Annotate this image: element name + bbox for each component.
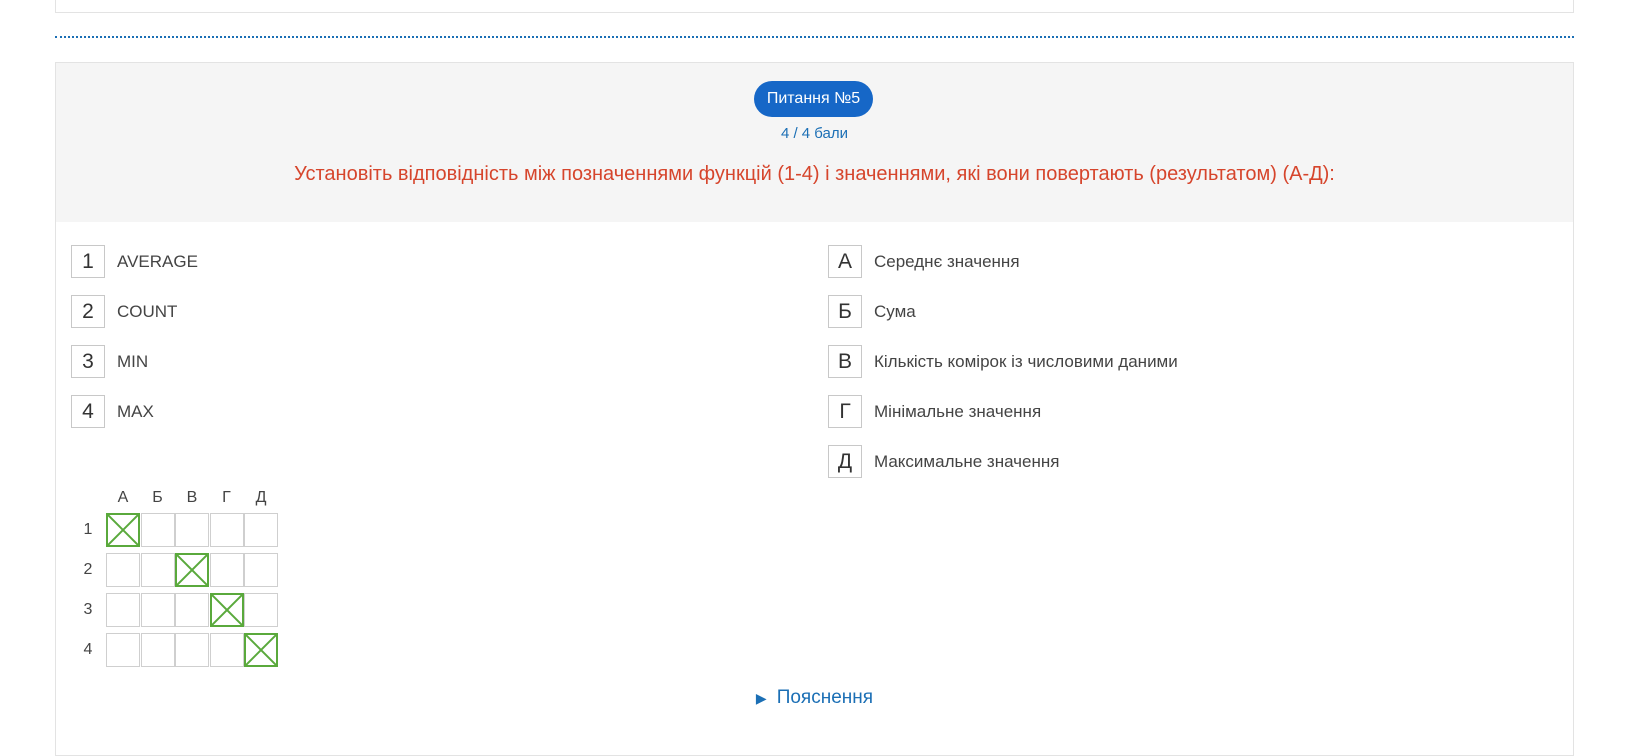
right-item-text: Максимальне значення (874, 451, 1060, 471)
explanation-toggle[interactable]: ▶ Пояснення (56, 687, 1573, 709)
grid-cell[interactable] (140, 593, 175, 627)
left-item-3: 3 MIN (71, 345, 148, 378)
right-item-text: Сума (874, 301, 916, 321)
left-item-4: 4 MAX (71, 395, 154, 428)
right-item-v: В Кількість комірок із числовими даними (828, 345, 1178, 378)
grid-row-label: 2 (83, 561, 93, 578)
grid-column-header: Г (222, 489, 231, 506)
right-item-key: Г (828, 395, 862, 428)
grid-cell[interactable] (175, 633, 209, 667)
grid-column-header: Б (152, 489, 163, 506)
check-cross-icon (108, 515, 138, 545)
right-item-key: Б (828, 295, 862, 328)
grid-row-label: 3 (83, 601, 93, 618)
left-item-text: COUNT (117, 301, 178, 321)
left-item-text: AVERAGE (117, 251, 198, 271)
grid-column-header: А (117, 489, 129, 506)
left-item-1: 1 AVERAGE (71, 245, 198, 278)
grid-cell[interactable] (140, 633, 175, 667)
question-text: Установіть відповідність між позначенням… (294, 163, 1335, 185)
grid-cell[interactable] (244, 513, 278, 547)
grid-cell[interactable] (106, 553, 140, 587)
right-item-text: Кількість комірок із числовими даними (874, 351, 1178, 371)
right-item-key: Д (828, 445, 862, 478)
right-item-h: Г Мінімальне значення (828, 395, 1041, 428)
grid-cell[interactable] (244, 593, 278, 627)
check-cross-icon (246, 635, 276, 665)
grid-cell[interactable] (244, 553, 278, 587)
left-item-key: 3 (71, 345, 105, 378)
question-score: 4 / 4 бали (780, 125, 849, 142)
question-number-badge: Питання №5 (754, 81, 873, 117)
grid-cell[interactable] (140, 553, 175, 587)
grid-row-label: 1 (83, 521, 93, 538)
grid-cell-checked[interactable] (106, 513, 140, 547)
grid-column-header: В (186, 489, 198, 506)
question-header: Питання №5 4 / 4 бали Установіть відпові… (56, 63, 1573, 222)
left-item-text: MIN (117, 351, 149, 371)
left-item-key: 2 (71, 295, 105, 328)
grid-cell[interactable] (140, 513, 175, 547)
grid-cell-checked[interactable] (244, 633, 278, 667)
grid-cell-checked[interactable] (175, 553, 209, 587)
grid-cell[interactable] (209, 633, 244, 667)
right-item-d: Д Максимальне значення (828, 445, 1059, 478)
left-item-key: 1 (71, 245, 105, 278)
right-item-text: Мінімальне значення (874, 401, 1042, 421)
grid-cell-checked[interactable] (209, 593, 244, 627)
question-divider (55, 36, 1574, 38)
triangle-right-icon: ▶ (755, 689, 767, 706)
grid-cell[interactable] (175, 513, 209, 547)
grid-cell[interactable] (106, 593, 140, 627)
grid-cell[interactable] (209, 553, 244, 587)
previous-question-card (55, 0, 1574, 13)
left-item-text: MAX (117, 401, 154, 421)
grid-cell[interactable] (209, 513, 244, 547)
right-item-key: А (828, 245, 862, 278)
check-cross-icon (211, 595, 242, 625)
grid-column-header: Д (255, 489, 267, 506)
left-item-2: 2 COUNT (71, 295, 177, 328)
right-item-key: В (828, 345, 862, 378)
check-cross-icon (177, 555, 207, 585)
question-card: Питання №5 4 / 4 бали Установіть відпові… (55, 62, 1574, 756)
right-item-b: Б Сума (828, 295, 916, 328)
grid-cell[interactable] (106, 633, 140, 667)
explanation-label: Пояснення (776, 687, 874, 708)
grid-row-label: 4 (83, 641, 93, 658)
right-item-a: А Середнє значення (828, 245, 1020, 278)
left-item-key: 4 (71, 395, 105, 428)
grid-cell[interactable] (175, 593, 209, 627)
right-item-text: Середнє значення (874, 251, 1020, 271)
